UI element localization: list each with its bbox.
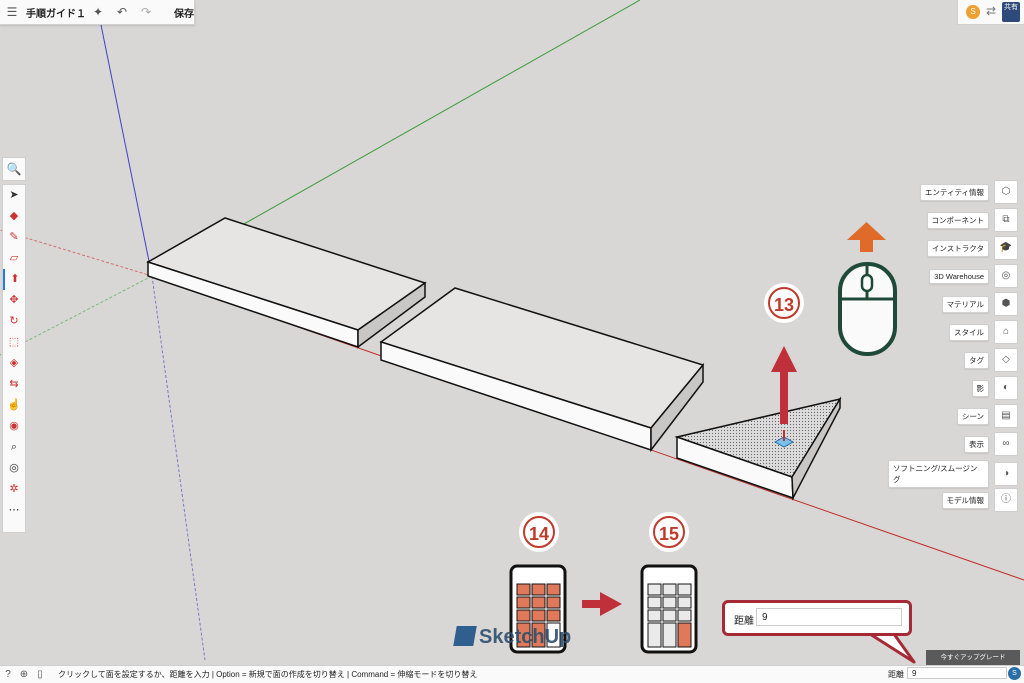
position-camera-icon[interactable]: ◉ bbox=[3, 416, 25, 437]
callout-tail bbox=[868, 632, 916, 664]
tape-tool-icon[interactable]: ☝ bbox=[3, 395, 25, 416]
blue-axis bbox=[99, 19, 153, 277]
search-tool-icon[interactable]: 🔍 bbox=[2, 157, 26, 181]
panel-styles[interactable]: スタイル ⌂ bbox=[949, 320, 1018, 344]
soften-icon[interactable]: ◑ bbox=[994, 462, 1018, 486]
mouse-icon: ▯ bbox=[37, 669, 43, 680]
display-icon[interactable]: ∞ bbox=[994, 432, 1018, 456]
triangle-prism bbox=[674, 396, 842, 501]
orbit-tool-icon[interactable]: ◎ bbox=[3, 458, 25, 479]
status-bar: ? ⊕ ▯ クリックして面を設定するか、距離を入力 | Option = 新規で… bbox=[0, 665, 1024, 683]
viewport-canvas[interactable] bbox=[0, 0, 1024, 683]
callout-distance-input: 9 bbox=[756, 608, 902, 626]
panel-scenes[interactable]: シーン ▤ bbox=[956, 404, 1018, 428]
measurements-label: 距離 bbox=[888, 670, 904, 679]
flip-tool-icon[interactable]: ⇆ bbox=[3, 374, 25, 395]
step-badge-15: 15 bbox=[649, 512, 689, 552]
share-link-icon[interactable]: ⇄ bbox=[986, 4, 996, 18]
measurements-input[interactable]: 9 bbox=[907, 667, 1007, 679]
components-icon[interactable]: ⧉ bbox=[994, 208, 1018, 232]
panel-components[interactable]: コンポーネント ⧉ bbox=[926, 208, 1018, 232]
status-text: クリックして面を設定するか、距離を入力 | Option = 新規で面の作成を切… bbox=[58, 670, 478, 679]
panel-3d-warehouse[interactable]: 3D Warehouse ◎ bbox=[929, 264, 1018, 288]
warehouse-icon[interactable]: ◎ bbox=[994, 264, 1018, 288]
model-info-icon[interactable]: ⓘ bbox=[994, 488, 1018, 512]
share-button[interactable]: 共有 bbox=[1002, 2, 1020, 22]
tags-icon[interactable]: ◇ bbox=[994, 348, 1018, 372]
instructor-icon[interactable]: 🎓 bbox=[994, 236, 1018, 260]
document-title[interactable]: 手順ガイド１ bbox=[26, 5, 86, 20]
panel-entity-info[interactable]: エンティティ情報 ⬡ bbox=[919, 180, 1018, 204]
pushpull-tool-icon[interactable]: ⬆ bbox=[3, 269, 25, 290]
sketchup-status-icon[interactable]: S bbox=[1008, 667, 1021, 680]
callout-distance-label: 距離 bbox=[734, 616, 754, 627]
left-toolbar: ➤ ◆ ✎ ▱ ⬆ ✥ ↻ ⬚ ◈ ⇆ ☝ ◉ ⌕ ◎ ✲ ⋯ bbox=[2, 184, 26, 533]
title-bar: ☰ 手順ガイド１ ✦ ↶ ↷ 保存 bbox=[0, 0, 195, 25]
panel-model-info[interactable]: モデル情報 ⓘ bbox=[941, 488, 1018, 512]
entity-info-icon[interactable]: ⬡ bbox=[994, 180, 1018, 204]
materials-icon[interactable]: ⬢ bbox=[994, 292, 1018, 316]
orange-up-arrow bbox=[847, 222, 886, 252]
more-tools-icon[interactable]: ⋯ bbox=[3, 500, 25, 521]
styles-icon[interactable]: ⌂ bbox=[994, 320, 1018, 344]
move-tool-icon[interactable]: ✥ bbox=[3, 290, 25, 311]
shadows-icon[interactable]: ◐ bbox=[994, 376, 1018, 400]
panel-shadows[interactable]: 影 ◐ bbox=[971, 376, 1018, 400]
avatar[interactable]: S bbox=[966, 5, 980, 19]
globe-icon[interactable]: ⊕ bbox=[16, 669, 32, 680]
step-badge-14: 14 bbox=[519, 512, 559, 552]
panel-instructor[interactable]: インストラクタ 🎓 bbox=[926, 236, 1018, 260]
panel-soften[interactable]: ソフトニング/スムージング ◑ bbox=[888, 460, 1018, 488]
rotate-tool-icon[interactable]: ↻ bbox=[3, 311, 25, 332]
save-button[interactable]: 保存 bbox=[174, 5, 194, 20]
sparkle-icon[interactable]: ✦ bbox=[86, 5, 110, 19]
zoom-tool-icon[interactable]: ⌕ bbox=[3, 437, 25, 458]
help-icon[interactable]: ? bbox=[0, 669, 16, 680]
sketchup-watermark: SketchUp bbox=[453, 626, 571, 649]
panel-materials[interactable]: マテリアル ⬢ bbox=[941, 292, 1018, 316]
blue-axis-dashed bbox=[151, 275, 206, 661]
eraser-tool-icon[interactable]: ◆ bbox=[3, 206, 25, 227]
select-tool-icon[interactable]: ➤ bbox=[3, 185, 25, 206]
redo-icon[interactable]: ↷ bbox=[134, 5, 158, 19]
box-2 bbox=[379, 287, 705, 453]
panel-display[interactable]: 表示 ∞ bbox=[964, 432, 1018, 456]
right-arrow-red bbox=[582, 592, 622, 616]
right-panel: エンティティ情報 ⬡ コンポーネント ⧉ インストラクタ 🎓 3D Warehouse… bbox=[888, 178, 1018, 518]
distance-callout: 距離 9 bbox=[722, 600, 912, 636]
step-badge-13: 13 bbox=[764, 283, 804, 323]
box-1 bbox=[146, 217, 427, 349]
walk-tool-icon[interactable]: ✲ bbox=[3, 479, 25, 500]
keypad-15-icon bbox=[640, 564, 698, 654]
sketchup-logo-icon bbox=[453, 626, 477, 646]
scale-tool-icon[interactable]: ⬚ bbox=[3, 332, 25, 353]
upgrade-button[interactable]: 今すぐアップグレード bbox=[926, 650, 1020, 665]
undo-icon[interactable]: ↶ bbox=[110, 5, 134, 19]
pencil-tool-icon[interactable]: ✎ bbox=[3, 227, 25, 248]
panel-tags[interactable]: タグ ◇ bbox=[964, 348, 1018, 372]
paint-tool-icon[interactable]: ◈ bbox=[3, 353, 25, 374]
mouse-scroll-icon bbox=[838, 262, 897, 356]
scenes-icon[interactable]: ▤ bbox=[994, 404, 1018, 428]
rectangle-tool-icon[interactable]: ▱ bbox=[3, 248, 25, 269]
menu-icon[interactable]: ☰ bbox=[0, 5, 24, 19]
account-bar: S ⇄ 共有 bbox=[957, 0, 1024, 25]
